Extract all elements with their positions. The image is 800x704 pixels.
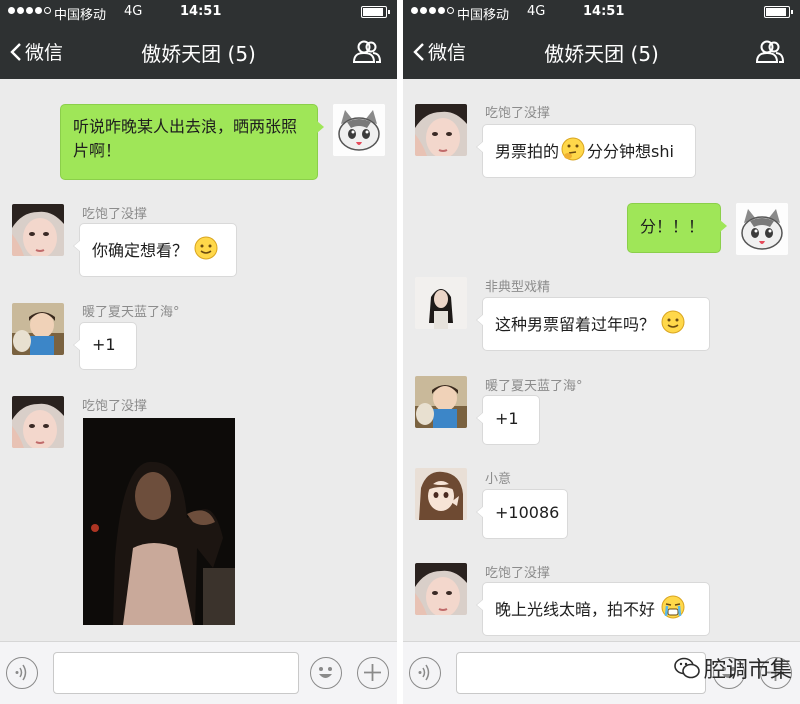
- sender-name: 吃饱了没撑: [82, 399, 148, 414]
- avatar-girl[interactable]: [415, 563, 467, 615]
- sender-name: 吃饱了没撑: [485, 106, 551, 121]
- group-members-icon[interactable]: [755, 40, 785, 68]
- smile-emoji-icon: [661, 310, 685, 341]
- girl-avatar-icon: [415, 104, 467, 156]
- emoji-icon: [319, 667, 332, 678]
- avatar-girl[interactable]: [415, 104, 467, 156]
- clock: 14:51: [583, 4, 625, 19]
- anime-avatar-icon: [415, 468, 467, 520]
- sender-name: 吃饱了没撑: [82, 207, 148, 222]
- signal-icon: [411, 7, 454, 14]
- watermark: 腔调市集: [674, 652, 792, 684]
- group-members-icon[interactable]: [352, 40, 382, 68]
- chat-title: 傲娇天团 (5): [544, 42, 659, 66]
- nav-bar: 微信 傲娇天团 (5): [403, 24, 800, 79]
- crying-emoji-icon: [661, 595, 685, 626]
- battery-icon: [764, 6, 793, 18]
- smile-emoji-icon: [194, 236, 218, 267]
- carrier-label: 中国移动: [54, 8, 107, 23]
- battery-icon: [361, 6, 390, 18]
- message-bubble-received[interactable]: +10086: [476, 489, 568, 539]
- cat-avatar-icon: [333, 104, 385, 156]
- watermark-text: 腔调市集: [703, 658, 792, 683]
- boy-avatar-icon: [12, 303, 64, 355]
- boy-avatar-icon: [415, 376, 467, 428]
- message-bubble-received[interactable]: 男票拍的 分分钟想shi: [476, 124, 696, 178]
- clock: 14:51: [180, 4, 222, 19]
- input-bar: [0, 641, 397, 704]
- avatar-girl[interactable]: [12, 204, 64, 256]
- message-bubble-received[interactable]: 这种男票留着过年吗？: [476, 297, 710, 351]
- nav-bar: 微信 傲娇天团 (5): [0, 24, 397, 79]
- chat-screen-left: 中国移动 4G 14:51 微信 傲娇天团 (5) 听说昨晚某人出去浪，晒两张照…: [0, 0, 397, 704]
- message-text: 你确定想看？: [92, 241, 189, 260]
- girl-avatar-icon: [12, 396, 64, 448]
- chat-title: 傲娇天团 (5): [141, 42, 256, 66]
- more-button[interactable]: [357, 657, 389, 689]
- girl-avatar-icon: [12, 204, 64, 256]
- message-text: 听说昨晚某人出去浪，晒两张照片啊！: [73, 117, 298, 160]
- sender-name: 非典型戏精: [485, 280, 551, 295]
- thinking-emoji-icon: [561, 137, 585, 168]
- message-bubble-sent[interactable]: 分！！！: [627, 203, 727, 253]
- message-input[interactable]: [456, 652, 706, 694]
- message-bubble-received[interactable]: 你确定想看？: [73, 223, 237, 277]
- message-text: 晚上光线太暗，拍不好: [495, 600, 656, 619]
- avatar-me[interactable]: [333, 104, 385, 156]
- avatar-boy[interactable]: [415, 376, 467, 428]
- night-selfie-photo: [83, 418, 235, 625]
- avatar-anime[interactable]: [415, 468, 467, 520]
- network-label: 4G: [527, 4, 546, 19]
- plus-icon: [364, 664, 381, 681]
- message-text: +1: [92, 335, 116, 354]
- woman-avatar-icon: [415, 277, 467, 329]
- message-text: 男票拍的: [495, 142, 560, 161]
- message-bubble-sent[interactable]: 听说昨晚某人出去浪，晒两张照片啊！: [60, 104, 324, 180]
- network-label: 4G: [124, 4, 143, 19]
- avatar-me[interactable]: [736, 203, 788, 255]
- message-text: +10086: [495, 503, 560, 522]
- message-text: 分！！！: [640, 217, 705, 236]
- status-bar: 中国移动 4G 14:51: [0, 0, 397, 24]
- carrier-label: 中国移动: [457, 8, 510, 23]
- message-text: +1: [495, 409, 519, 428]
- message-input[interactable]: [53, 652, 299, 694]
- sender-name: 小意: [485, 472, 512, 487]
- message-text: 这种男票留着过年吗？: [495, 315, 656, 334]
- voice-icon: [418, 664, 430, 681]
- girl-avatar-icon: [415, 563, 467, 615]
- emoji-button[interactable]: [310, 657, 342, 689]
- cat-avatar-icon: [736, 203, 788, 255]
- avatar-girl[interactable]: [12, 396, 64, 448]
- message-bubble-received[interactable]: +1: [73, 322, 137, 370]
- message-photo[interactable]: [83, 418, 235, 625]
- sender-name: 吃饱了没撑: [485, 566, 551, 581]
- wechat-logo-icon: [674, 657, 700, 679]
- message-text: 分分钟想shi: [587, 142, 674, 161]
- avatar-boy[interactable]: [12, 303, 64, 355]
- avatar-woman[interactable]: [415, 277, 467, 329]
- sender-name: 暖了夏天蓝了海°: [82, 305, 180, 320]
- chat-screen-right: 中国移动 4G 14:51 微信 傲娇天团 (5) 吃饱了没撑 男票拍的 分分钟…: [403, 0, 800, 704]
- signal-icon: [8, 7, 51, 14]
- voice-button[interactable]: [6, 657, 38, 689]
- status-bar: 中国移动 4G 14:51: [403, 0, 800, 24]
- sender-name: 暖了夏天蓝了海°: [485, 379, 583, 394]
- voice-icon: [15, 664, 27, 681]
- message-bubble-received[interactable]: 晚上光线太暗，拍不好: [476, 582, 710, 636]
- message-bubble-received[interactable]: +1: [476, 395, 540, 445]
- voice-button[interactable]: [409, 657, 441, 689]
